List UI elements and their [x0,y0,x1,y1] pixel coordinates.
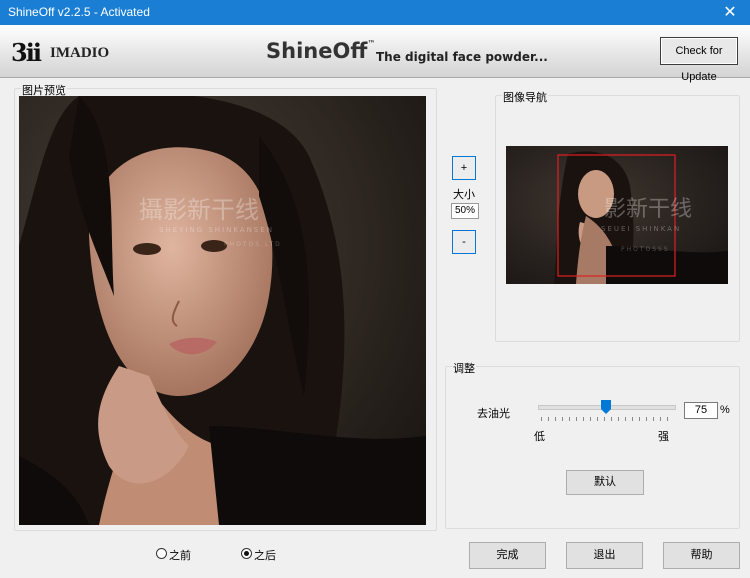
portrait-photo: 攝影新干线 SHEYING SHINKANSEN PHOTOS.LTD [19,96,426,525]
trademark-symbol: ™ [367,39,376,48]
degloss-value-field[interactable]: 75 [684,402,718,419]
after-radio[interactable] [241,548,252,559]
navigator-legend: 图像导航 [502,89,548,105]
help-button[interactable]: 帮助 [663,542,740,569]
tagline: The digital face powder... [376,50,548,64]
watermark-subtext: SHEYING SHINKANSEN [159,226,274,234]
imadio-logo-mark: 3ii [11,38,42,67]
imadio-logo-text: IMADIO [50,45,110,61]
navigator-photo: 影新干线 SEUEI SHINKAN PHOTOSSS [506,146,728,284]
preview-image[interactable]: 攝影新干线 SHEYING SHINKANSEN PHOTOS.LTD [19,96,426,525]
zoom-in-button[interactable]: + [452,156,476,180]
adjust-legend: 调整 [452,360,476,376]
title-bar: ShineOff v2.2.5 - Activated ✕ [0,0,750,25]
before-label[interactable]: 之前 [169,547,191,563]
size-label: 大小 [453,189,475,201]
navigator-thumbnail[interactable]: 影新干线 SEUEI SHINKAN PHOTOSSS [506,146,728,284]
adjust-group: 调整 [445,360,740,529]
before-radio[interactable] [156,548,167,559]
window-title: ShineOff v2.2.5 - Activated [8,5,150,19]
low-label: 低 [534,431,545,443]
default-button[interactable]: 默认 [566,470,644,495]
navigator-watermark-text: 影新干线 [604,197,692,222]
watermark-tail: PHOTOS.LTD [224,241,282,248]
after-label[interactable]: 之后 [254,547,276,563]
app-banner: 3ii IMADIO ShineOff™ The digital face po… [0,25,750,83]
zoom-value: 50% [451,203,479,219]
check-for-update-button[interactable]: Check for Update [660,37,738,83]
close-icon[interactable]: ✕ [710,0,750,25]
done-button[interactable]: 完成 [469,542,546,569]
degloss-slider-ticks [541,417,673,421]
zoom-out-button[interactable]: - [452,230,476,254]
exit-button[interactable]: 退出 [566,542,643,569]
watermark-text: 攝影新干线 [139,196,259,224]
navigator-watermark-tail: PHOTOSSS [621,246,670,253]
high-label: 强 [658,431,669,443]
degloss-label: 去油光 [477,408,510,420]
brand-name: ShineOff™ [266,39,375,63]
brand-text: ShineOff [266,39,368,63]
navigator-watermark-subtext: SEUEI SHINKAN [601,225,681,233]
percent-unit: % [720,404,730,416]
